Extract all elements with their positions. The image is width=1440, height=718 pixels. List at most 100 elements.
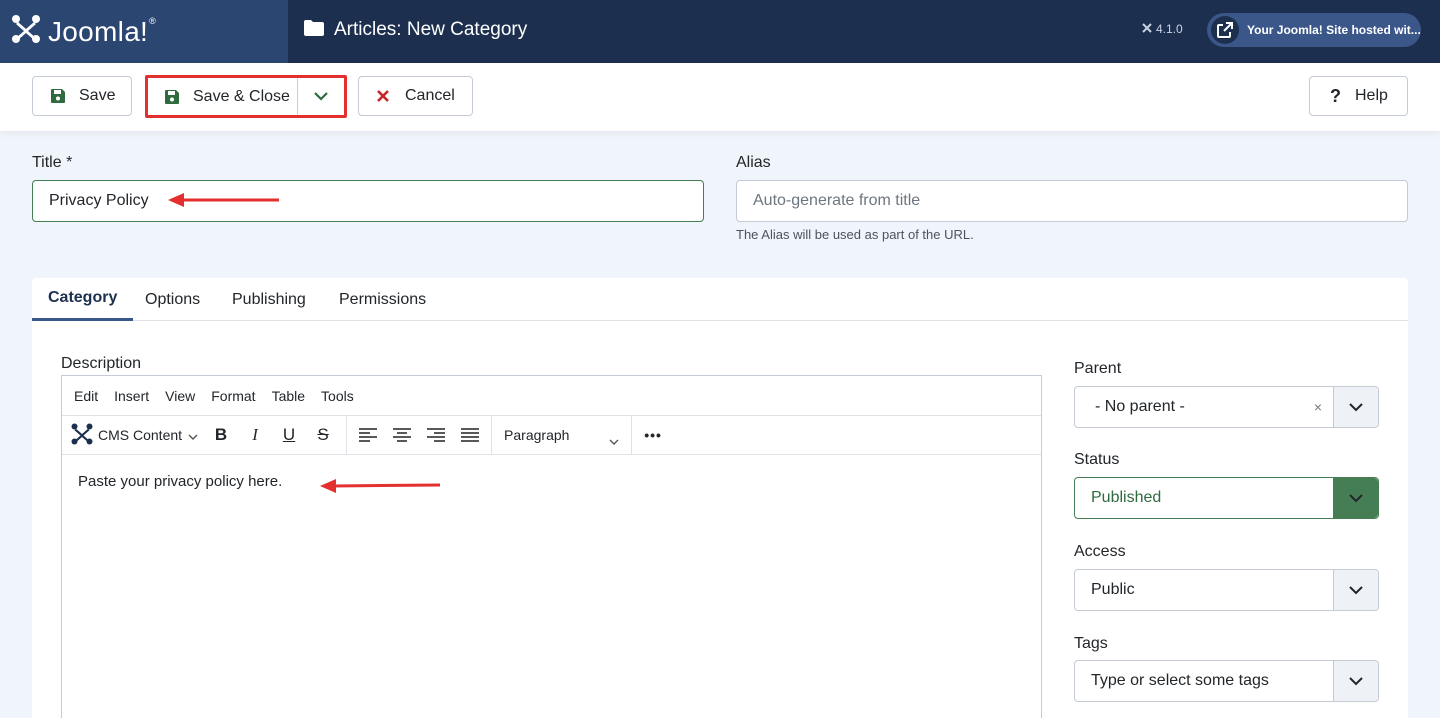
- align-center-button[interactable]: [385, 416, 419, 455]
- parent-label: Parent: [1074, 360, 1122, 377]
- joomla-small-icon: [1142, 22, 1152, 36]
- underline-button[interactable]: U: [272, 416, 306, 455]
- tab-permissions[interactable]: Permissions: [339, 278, 426, 321]
- title-input[interactable]: Privacy Policy: [32, 180, 704, 222]
- site-link-label: Your Joomla! Site hosted wit...: [1247, 23, 1421, 37]
- chevron-down-icon: [1333, 387, 1378, 427]
- save-close-label: Save & Close: [193, 87, 290, 105]
- tab-category[interactable]: Category: [32, 278, 134, 321]
- chevron-down-icon: [314, 92, 328, 101]
- access-value: Public: [1091, 581, 1135, 598]
- underline-icon: U: [282, 425, 296, 444]
- help-button[interactable]: ? Help: [1309, 76, 1408, 116]
- align-right-button[interactable]: [419, 416, 453, 455]
- align-justify-icon: [461, 428, 480, 442]
- editor-menubar: Edit Insert View Format Table Tools: [62, 376, 1041, 416]
- menu-tools[interactable]: Tools: [321, 388, 354, 404]
- external-link-icon: [1211, 16, 1239, 44]
- cancel-label: Cancel: [405, 87, 455, 104]
- joomla-logo[interactable]: Joomla!®: [0, 0, 288, 63]
- tab-publishing[interactable]: Publishing: [232, 278, 306, 321]
- cancel-button[interactable]: Cancel: [358, 76, 473, 116]
- alias-input[interactable]: Auto-generate from title: [736, 180, 1408, 222]
- save-button[interactable]: Save: [32, 76, 132, 116]
- joomla-cms-icon: [70, 422, 94, 449]
- title-value: Privacy Policy: [49, 192, 149, 209]
- tab-bar: Category Options Publishing Permissions: [32, 278, 1408, 321]
- strikethrough-button[interactable]: S: [306, 416, 340, 455]
- tags-placeholder: Type or select some tags: [1091, 672, 1269, 689]
- save-close-button[interactable]: Save & Close: [148, 78, 298, 115]
- logo-wordmark: Joomla!: [48, 15, 149, 47]
- logo-registered-mark: ®: [149, 15, 157, 26]
- more-tools-button[interactable]: •••: [636, 416, 670, 455]
- cms-content-label: CMS Content: [98, 427, 183, 443]
- version-text: 4.1.0: [1156, 22, 1183, 36]
- italic-button[interactable]: I: [238, 416, 272, 455]
- toolbar-group-align: [347, 415, 493, 455]
- bold-button[interactable]: B: [204, 416, 238, 455]
- bold-icon: B: [214, 425, 228, 444]
- chevron-down-icon: [609, 432, 619, 448]
- tags-select[interactable]: Type or select some tags: [1074, 660, 1379, 702]
- chevron-down-icon: [188, 427, 198, 443]
- version-info: 4.1.0: [1142, 22, 1183, 36]
- toolbar-group-content: CMS Content B I U S: [62, 415, 348, 455]
- page-title: Articles: New Category: [334, 19, 528, 40]
- editor-toolbar: CMS Content B I U S Paragraph •••: [62, 415, 1041, 455]
- menu-edit[interactable]: Edit: [74, 388, 98, 404]
- top-header: Joomla!® Articles: New Category 4.1.0 Yo…: [0, 0, 1440, 63]
- access-select[interactable]: Public: [1074, 569, 1379, 611]
- chevron-down-icon: [1333, 478, 1378, 518]
- help-label: Help: [1355, 87, 1388, 104]
- editor-content-area[interactable]: Paste your privacy policy here.: [62, 455, 1041, 508]
- status-value: Published: [1091, 489, 1162, 506]
- content-pointer-arrow: [320, 479, 441, 493]
- title-label: Title *: [32, 154, 73, 171]
- page-title-area: Articles: New Category: [304, 0, 527, 60]
- category-panel: Category Options Publishing Permissions …: [32, 278, 1408, 718]
- cms-content-button[interactable]: CMS Content: [70, 416, 198, 455]
- status-select[interactable]: Published: [1074, 477, 1379, 519]
- folder-icon: [304, 19, 324, 41]
- parent-select[interactable]: - No parent - ×: [1074, 386, 1379, 428]
- tab-options[interactable]: Options: [145, 278, 200, 321]
- menu-table[interactable]: Table: [272, 388, 305, 404]
- joomla-logo-icon: [10, 13, 42, 50]
- editor-text: Paste your privacy policy here.: [78, 473, 283, 490]
- align-center-icon: [393, 428, 412, 442]
- parent-value: - No parent -: [1095, 398, 1185, 415]
- description-editor: Edit Insert View Format Table Tools CMS …: [61, 375, 1042, 718]
- block-format-value: Paragraph: [504, 427, 570, 443]
- menu-insert[interactable]: Insert: [114, 388, 149, 404]
- title-pointer-arrow: [168, 193, 279, 207]
- site-link-button[interactable]: Your Joomla! Site hosted wit...: [1207, 13, 1421, 47]
- save-options-dropdown[interactable]: [298, 78, 344, 115]
- close-icon: [377, 90, 389, 102]
- action-toolbar: Save Save & Close Cancel ? Help: [0, 63, 1440, 131]
- align-left-icon: [359, 428, 378, 442]
- alias-hint: The Alias will be used as part of the UR…: [736, 227, 974, 242]
- status-label: Status: [1074, 451, 1120, 468]
- menu-view[interactable]: View: [165, 388, 195, 404]
- block-format-select[interactable]: Paragraph: [492, 415, 633, 455]
- strikethrough-icon: S: [317, 425, 329, 444]
- menu-format[interactable]: Format: [211, 388, 255, 404]
- save-close-icon: [165, 89, 179, 104]
- italic-icon: I: [252, 425, 258, 444]
- alias-placeholder: Auto-generate from title: [753, 192, 921, 209]
- access-label: Access: [1074, 543, 1126, 560]
- align-right-icon: [427, 428, 446, 442]
- align-left-button[interactable]: [351, 416, 385, 455]
- joomla-logo-text: Joomla!®: [48, 16, 156, 48]
- align-justify-button[interactable]: [453, 416, 487, 455]
- chevron-down-icon: [1333, 661, 1378, 701]
- save-icon: [51, 89, 65, 103]
- chevron-down-icon: [1333, 570, 1378, 610]
- description-label: Description: [61, 355, 142, 372]
- tags-label: Tags: [1074, 635, 1108, 652]
- clear-icon[interactable]: ×: [1314, 399, 1322, 415]
- more-icon: •••: [644, 427, 662, 443]
- question-icon: ?: [1330, 85, 1341, 106]
- alias-label: Alias: [736, 154, 771, 171]
